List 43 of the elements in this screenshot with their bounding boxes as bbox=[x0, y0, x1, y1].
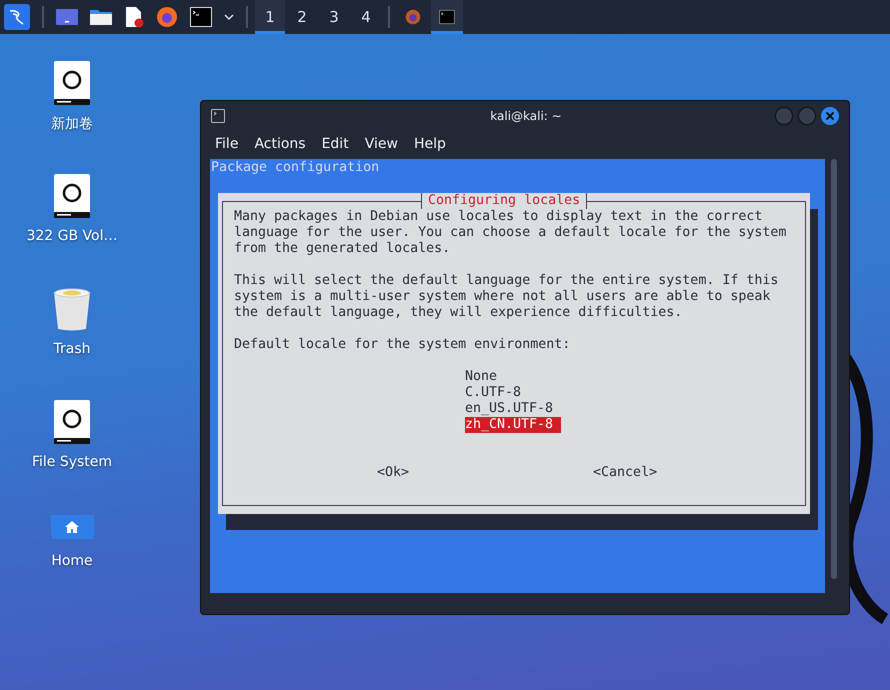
dialog-text: Default locale for the system environment: bbox=[234, 337, 572, 353]
menu-item[interactable]: Actions bbox=[254, 136, 306, 152]
dialog-text: This will select the default language for the entire system. If this system is a multi-user system where not all users are able to speak the default language, they will experience difficulties. bbox=[234, 273, 780, 321]
firefox-icon bbox=[405, 9, 421, 25]
menu-item[interactable]: File bbox=[215, 136, 238, 152]
locale-option[interactable]: zh_CN.UTF-8 bbox=[465, 417, 562, 433]
terminal-icon bbox=[439, 10, 455, 24]
workspace-tab[interactable]: 4 bbox=[351, 0, 381, 34]
menu-item[interactable]: Help bbox=[414, 136, 446, 152]
drive-icon[interactable] bbox=[54, 61, 90, 105]
menu-item[interactable]: View bbox=[364, 136, 398, 152]
desktop-icon-label: Trash bbox=[54, 341, 90, 357]
kali-menu-icon[interactable] bbox=[4, 4, 30, 30]
document-icon[interactable] bbox=[124, 6, 144, 28]
terminal-header: Package configuration bbox=[210, 159, 380, 177]
menu-item[interactable]: Edit bbox=[322, 136, 349, 152]
desktop-icon-label: 新加卷 bbox=[51, 115, 93, 133]
desktop-icon-label: Home bbox=[51, 553, 93, 569]
dialog-button[interactable]: <Ok> bbox=[377, 465, 410, 481]
desktop-icon-label: 322 GB Vol… bbox=[26, 228, 118, 244]
locale-option[interactable]: en_US.UTF-8 bbox=[465, 401, 562, 417]
dialog-text: Many packages in Debian use locales to display text in the correct language for the user. You can choose a default locale for the system from the generated locales. bbox=[234, 209, 788, 257]
firefox-icon[interactable] bbox=[156, 6, 178, 28]
desktop-icon[interactable] bbox=[56, 8, 78, 26]
locale-option[interactable]: C.UTF-8 bbox=[465, 385, 530, 401]
workspace-tab[interactable]: 3 bbox=[319, 0, 349, 34]
task-button[interactable] bbox=[431, 0, 463, 34]
workspace-tab[interactable]: 1 bbox=[255, 0, 285, 34]
locale-option[interactable]: None bbox=[465, 369, 506, 385]
terminal-icon bbox=[211, 109, 225, 123]
scrollbar-thumb[interactable] bbox=[831, 159, 838, 579]
dialog-button[interactable]: <Cancel> bbox=[593, 465, 658, 481]
terminal-icon[interactable] bbox=[190, 7, 212, 27]
dialog-title: Configuring locales bbox=[421, 193, 588, 209]
folder-icon[interactable] bbox=[90, 8, 112, 26]
chevron-down-icon[interactable] bbox=[224, 13, 234, 21]
close-icon[interactable] bbox=[821, 107, 839, 125]
window-title: kali@kali: ~ bbox=[489, 109, 563, 123]
workspace-tab[interactable]: 2 bbox=[287, 0, 317, 34]
desktop-icon-label: File System bbox=[32, 454, 112, 470]
drive-icon[interactable] bbox=[54, 174, 90, 218]
trash-icon[interactable] bbox=[53, 287, 91, 331]
drive-icon[interactable] bbox=[54, 400, 90, 444]
